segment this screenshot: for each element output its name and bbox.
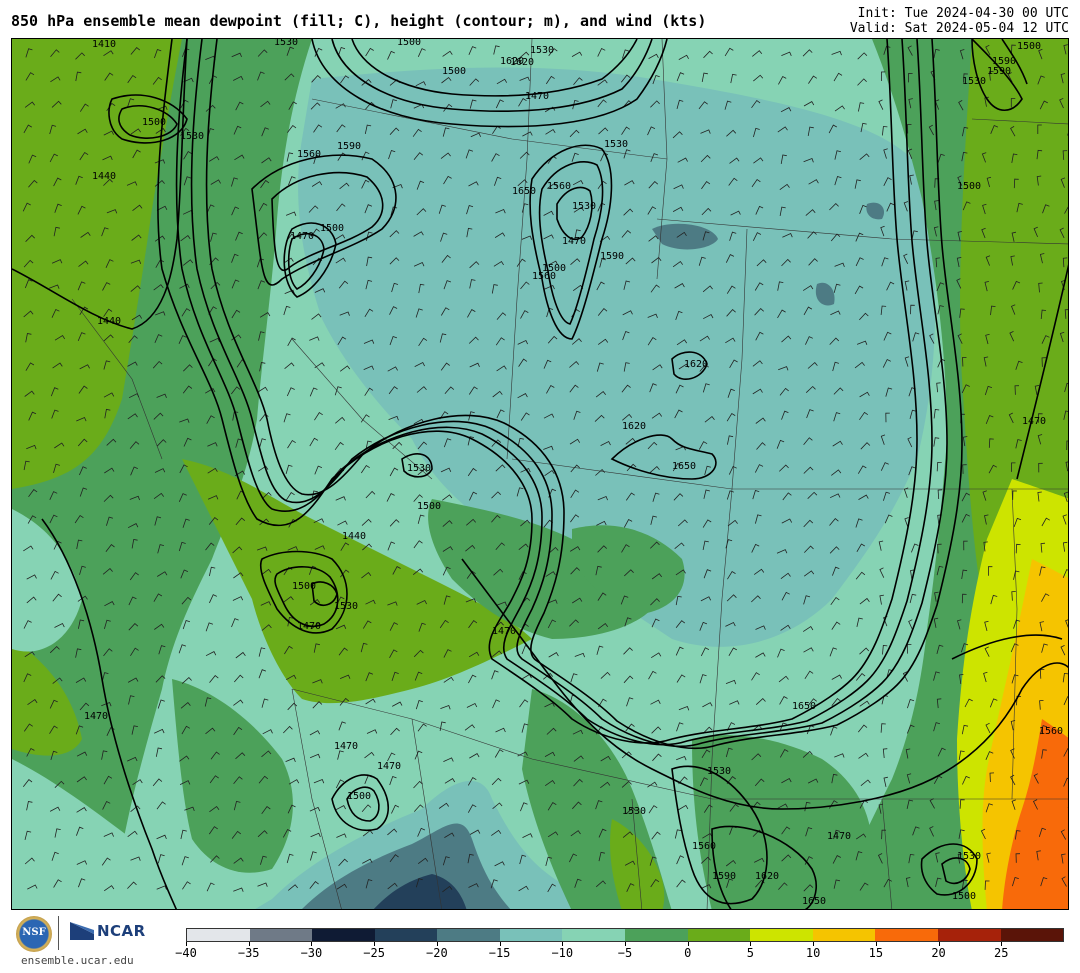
contour-label: 1620	[755, 871, 779, 882]
contour-label: 1560	[1039, 726, 1063, 737]
contour-label: 1620	[684, 359, 708, 370]
contour-label: 1500	[397, 39, 421, 48]
init-time: Init: Tue 2024-04-30 00 UTC	[857, 6, 1069, 21]
colorbar-segment	[562, 929, 626, 941]
contour-label: 1530	[334, 601, 358, 612]
colorbar-tick-label: −35	[237, 946, 260, 960]
wind-barb	[1067, 807, 1068, 808]
valid-time: Valid: Sat 2024-05-04 12 UTC	[849, 21, 1069, 36]
contour-label: 1530	[707, 766, 731, 777]
contour-label: 1440	[92, 171, 116, 182]
contour-label: 1500	[292, 581, 316, 592]
colorbar-tick-label: −5	[617, 946, 633, 960]
contour-label: 1620	[510, 57, 534, 68]
colorbar-segment	[312, 929, 375, 941]
contour-label: 1500	[957, 181, 981, 192]
contour-label: 1530	[622, 806, 646, 817]
contour-label: 1530	[572, 201, 596, 212]
colorbar-segment	[937, 929, 1001, 941]
contour-label: 1590	[337, 141, 361, 152]
colorbar-tick-label: 10	[805, 946, 821, 960]
contour-label: 1470	[525, 91, 549, 102]
colorbar-tick-label: −20	[426, 946, 448, 960]
contour-label: 1560	[532, 271, 556, 282]
contour-label: 1470	[492, 626, 516, 637]
contour-label: 1590	[992, 56, 1016, 67]
contour-label: 1500	[952, 891, 976, 902]
dewpoint-map: 1410 1500 1530 1530 1440 1440 1470 1500 1500 1560…	[12, 39, 1069, 909]
colorbar-segment	[750, 929, 813, 941]
colorbar-tick-label: −10	[551, 946, 574, 960]
contour-label: 1530	[274, 39, 298, 48]
colorbar	[186, 928, 1064, 942]
colorbar-tick-label: −15	[488, 946, 511, 960]
contour-label: 1530	[957, 851, 981, 862]
contour-label: 1440	[97, 316, 121, 327]
contour-label: 1500	[142, 117, 166, 128]
colorbar-tick-label: 5	[746, 946, 755, 960]
contour-label: 1590	[987, 66, 1011, 77]
footer-logos: NSF NCAR ensemble.ucar.edu	[12, 912, 172, 972]
nsf-logo: NSF	[16, 916, 52, 952]
contour-label: 1530	[530, 45, 554, 56]
colorbar-segment	[437, 929, 500, 941]
site-url: ensemble.ucar.edu	[21, 954, 134, 967]
colorbar-tick-label: −40	[175, 946, 197, 960]
contour-label: 1560	[297, 149, 321, 160]
contour-label: 1590	[600, 251, 624, 262]
colorbar-segment	[812, 929, 876, 941]
contour-label: 1470	[290, 231, 314, 242]
contour-label: 1470	[827, 831, 851, 842]
colorbar-tick-label: 20	[931, 946, 946, 960]
forecast-figure: 850 hPa ensemble mean dewpoint (fill; C)…	[0, 0, 1080, 973]
colorbar-ticks: −40 −35 −30 −25 −20 −15 −10 −5 0 5 10 15 20 25	[175, 942, 1064, 972]
contour-label: 1410	[92, 39, 116, 50]
colorbar-segment	[499, 929, 563, 941]
contour-label: 1470	[297, 621, 321, 632]
contour-label: 1530	[962, 76, 986, 87]
colorbar-segment	[249, 929, 313, 941]
contour-label: 1500	[320, 223, 344, 234]
colorbar-segment	[875, 929, 938, 941]
colorbar-tick-label: 15	[868, 946, 884, 960]
contour-label: 1560	[692, 841, 716, 852]
contour-label: 1500	[417, 501, 441, 512]
colorbar-tick-label: 25	[994, 946, 1009, 960]
contour-label: 1440	[342, 531, 366, 542]
contour-label: 1470	[334, 741, 358, 752]
contour-label: 1500	[347, 791, 371, 802]
contour-label: 1650	[802, 896, 826, 907]
contour-label: 1590	[712, 871, 736, 882]
nsf-logo-text: NSF	[22, 927, 46, 938]
contour-label: 1500	[1017, 41, 1041, 52]
ncar-logo-text: NCAR	[97, 922, 146, 940]
figure-title: 850 hPa ensemble mean dewpoint (fill; C)…	[11, 12, 707, 30]
colorbar-segment	[1000, 929, 1064, 941]
contour-label: 1500	[442, 66, 466, 77]
contour-label: 1560	[547, 181, 571, 192]
contour-label: 1650	[512, 186, 536, 197]
colorbar-tick-label: −30	[300, 946, 323, 960]
contour-label: 1470	[84, 711, 108, 722]
colorbar-segment	[687, 929, 751, 941]
contour-label: 1470	[562, 236, 586, 247]
contour-label: 1470	[377, 761, 401, 772]
colorbar-segment	[625, 929, 688, 941]
wind-barb	[1068, 595, 1069, 604]
colorbar-tick-label: −25	[363, 946, 385, 960]
contour-label: 1530	[604, 139, 628, 150]
colorbar-tick-label: 0	[684, 946, 692, 960]
colorbar-segment	[187, 929, 250, 941]
contour-label: 1650	[792, 701, 816, 712]
contour-label: 1650	[672, 461, 696, 472]
contour-label: 1470	[1022, 416, 1046, 427]
contour-label: 1530	[180, 131, 204, 142]
map-panel: 1410 1500 1530 1530 1440 1440 1470 1500 1500 1560…	[11, 38, 1069, 910]
wind-barb	[1067, 734, 1068, 736]
logo-divider	[58, 916, 59, 950]
contour-label: 1530	[407, 463, 431, 474]
contour-label: 1620	[622, 421, 646, 432]
colorbar-segment	[374, 929, 438, 941]
